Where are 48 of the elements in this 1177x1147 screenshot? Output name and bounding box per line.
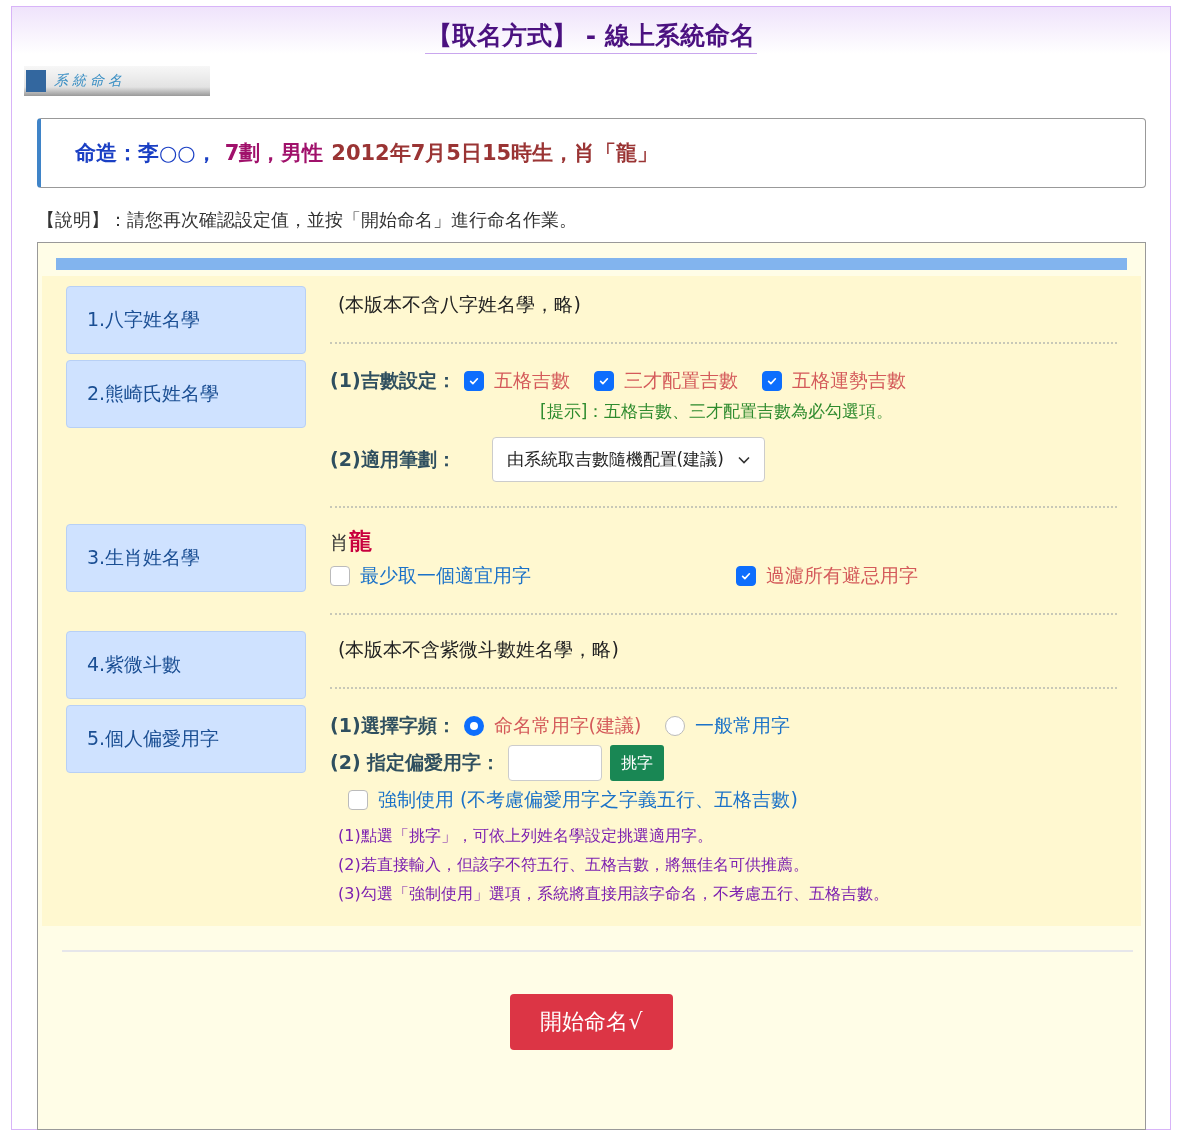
- checkmark-icon: [597, 375, 610, 387]
- note-text: (2)若直接輸入，但該字不符五行、五格吉數，將無佳名可供推薦。: [338, 854, 810, 876]
- field-label: (2)適用筆劃：: [330, 446, 456, 472]
- page-title: 【取名方式】 - 線上系統命名: [425, 19, 757, 54]
- option-label: 命名常用字(建議): [493, 713, 642, 738]
- checkbox[interactable]: [463, 371, 484, 391]
- zodiac-value: 龍: [349, 528, 372, 554]
- info-text: 命造：李○○，: [75, 140, 217, 167]
- checkbox[interactable]: [761, 371, 782, 391]
- option-label: 最少取一個適宜用字: [360, 563, 531, 588]
- checkbox[interactable]: [348, 790, 368, 810]
- hint-text: [提示]：五格吉數、三才配置吉數為必勾選項。: [539, 400, 895, 423]
- radio-button[interactable]: [665, 716, 686, 736]
- section-label: 4.紫微斗數: [66, 631, 306, 699]
- start-naming-button[interactable]: 開始命名√: [510, 994, 673, 1050]
- radio-button[interactable]: [463, 716, 484, 736]
- info-text: 2012年7月5日15時生，肖「龍」: [331, 140, 659, 167]
- note-text: (3)勾選「強制使用」選項，系統將直接用該字命名，不考慮五行、五格吉數。: [338, 883, 890, 905]
- checkbox[interactable]: [593, 371, 614, 391]
- checkbox[interactable]: [330, 566, 350, 586]
- stroke-select[interactable]: 由系統取吉數隨機配置(建議): [491, 437, 765, 482]
- note-text: (1)點選「挑字」，可依上列姓名學設定挑選適用字。: [338, 825, 714, 847]
- checkbox[interactable]: [736, 566, 756, 586]
- section-label: 5.個人偏愛用字: [66, 705, 306, 773]
- option-label: 三才配置吉數: [623, 368, 738, 393]
- section-note: (本版本不含八字姓名學，略): [337, 292, 582, 317]
- pick-char-button[interactable]: 挑字: [610, 745, 665, 781]
- field-label: (2) 指定偏愛用字：: [330, 750, 501, 775]
- info-text: 7劃，男性: [224, 140, 324, 167]
- section-label: 1.八字姓名學: [66, 286, 306, 354]
- section-note: (本版本不含紫微斗數姓名學，略): [337, 637, 620, 662]
- chevron-down-icon: [737, 455, 750, 464]
- zodiac-prefix: 肖: [330, 531, 349, 553]
- option-label: 一般常用字: [695, 713, 791, 738]
- field-label: (1)選擇字頻：: [330, 713, 456, 738]
- section-label: 3.生肖姓名學: [66, 524, 306, 592]
- checkmark-icon: [740, 570, 752, 582]
- instruction-text: 【說明】：請您再次確認設定值，並按「開始命名」進行命名作業。: [37, 208, 578, 232]
- option-label: 強制使用 (不考慮偏愛用字之字義五行、五格吉數): [378, 787, 798, 812]
- checkmark-icon: [765, 375, 778, 387]
- option-label: 五格吉數: [493, 368, 570, 393]
- section-banner: 系統命名: [24, 66, 210, 96]
- option-label: 五格運勢吉數: [791, 368, 906, 393]
- field-label: (1)吉數設定：: [330, 368, 456, 393]
- section-label: 2.熊崎氏姓名學: [66, 360, 306, 428]
- checkmark-icon: [467, 375, 480, 387]
- preferred-char-input[interactable]: [508, 745, 603, 781]
- option-label: 過濾所有避忌用字: [766, 563, 918, 588]
